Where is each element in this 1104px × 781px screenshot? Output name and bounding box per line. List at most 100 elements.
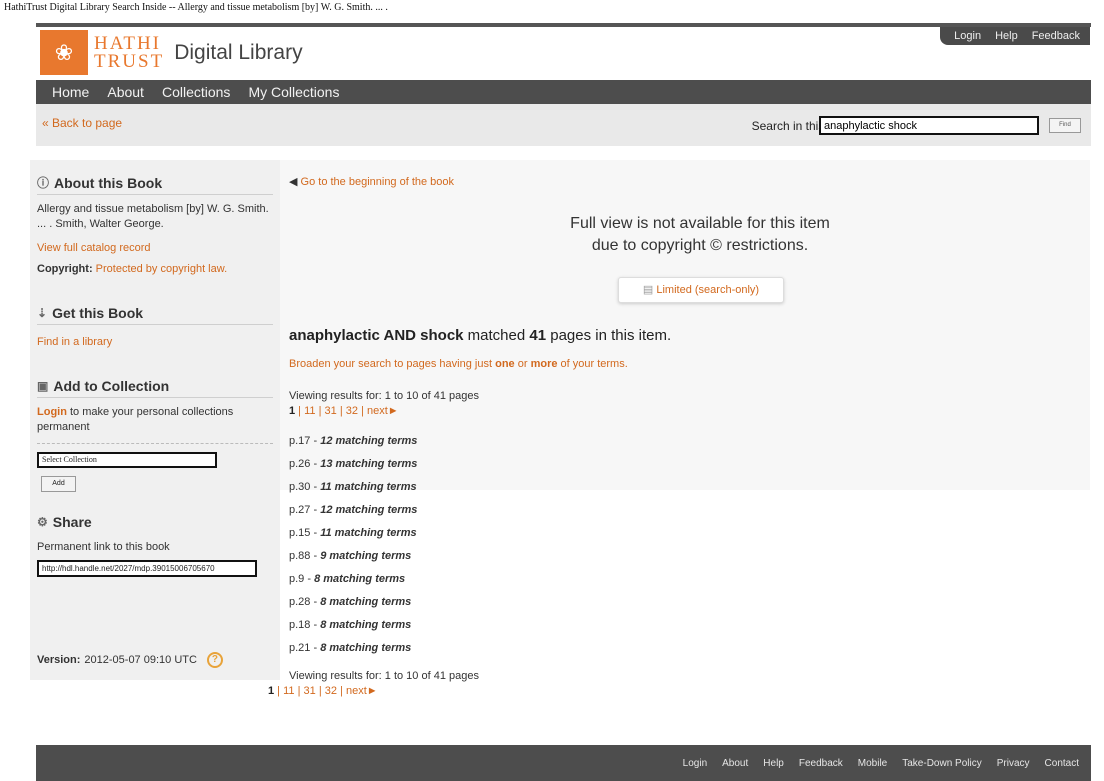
- result-terms: 9 matching terms: [320, 550, 412, 562]
- result-item[interactable]: p.17 - 12 matching terms: [289, 434, 417, 457]
- login-note: Login to make your personal collections …: [37, 405, 273, 435]
- result-terms: 8 matching terms: [320, 642, 412, 654]
- share-heading: ⚙ Share: [37, 514, 273, 533]
- find-library-link[interactable]: Find in a library: [37, 336, 112, 348]
- footer-contact-link[interactable]: Contact: [1045, 758, 1079, 769]
- copyright-link[interactable]: Protected by copyright law.: [96, 263, 227, 275]
- hathitrust-logo[interactable]: ❀ HATHI TRUST Digital Library: [40, 30, 303, 75]
- result-item[interactable]: p.15 - 11 matching terms: [289, 526, 417, 549]
- top-divider: [36, 23, 1091, 27]
- nav-about[interactable]: About: [107, 84, 144, 100]
- permalink-field[interactable]: http://hdl.handle.net/2027/mdp.390150067…: [37, 560, 257, 577]
- footer-privacy-link[interactable]: Privacy: [997, 758, 1030, 769]
- find-button[interactable]: Find: [1049, 118, 1081, 133]
- pager-next[interactable]: next►: [367, 405, 399, 417]
- limited-badge[interactable]: ▤ Limited (search-only): [618, 277, 784, 303]
- result-item[interactable]: p.30 - 11 matching terms: [289, 480, 417, 503]
- pager-link[interactable]: 32: [325, 685, 337, 697]
- utility-nav: Login Help Feedback: [940, 27, 1090, 45]
- viewing-summary-bottom: Viewing results for: 1 to 10 of 41 pages: [289, 670, 479, 682]
- broaden-text-1: Broaden your search to pages having just: [289, 358, 493, 370]
- about-heading: ⓘ About this Book: [37, 174, 273, 195]
- copyright-notice: Full view is not available for this item…: [480, 213, 920, 257]
- result-item[interactable]: p.88 - 9 matching terms: [289, 549, 417, 572]
- pager-link[interactable]: 31: [325, 405, 337, 417]
- result-item[interactable]: p.27 - 12 matching terms: [289, 503, 417, 526]
- search-input[interactable]: [819, 116, 1039, 135]
- help-icon[interactable]: ?: [206, 652, 223, 668]
- logo-line-2: TRUST: [94, 50, 165, 72]
- pager-top: 1 | 11 | 31 | 32 | next►: [289, 405, 399, 417]
- result-page: p.30: [289, 481, 311, 493]
- footer-about-link[interactable]: About: [722, 758, 748, 769]
- copyright-row: Copyright: Protected by copyright law.: [37, 262, 273, 277]
- notice-line-2: due to copyright © restrictions.: [591, 237, 809, 254]
- add-collection-heading-label: Add to Collection: [53, 378, 170, 394]
- result-item[interactable]: p.18 - 8 matching terms: [289, 618, 417, 641]
- notice-line-1: Full view is not available for this item: [570, 215, 830, 232]
- version-value: 2012-05-07 09:10 UTC: [84, 654, 197, 666]
- pager-current: 1: [289, 405, 296, 417]
- result-terms: 8 matching terms: [314, 573, 406, 585]
- logo-wordmark: HATHI TRUST: [94, 34, 165, 72]
- result-terms: 11 matching terms: [320, 481, 417, 493]
- result-item[interactable]: p.26 - 13 matching terms: [289, 457, 417, 480]
- query-text: anaphylactic AND shock: [289, 327, 464, 344]
- result-item[interactable]: p.9 - 8 matching terms: [289, 572, 417, 595]
- sub-toolbar: « Back to page Search in this text Find: [36, 104, 1091, 146]
- result-item[interactable]: p.28 - 8 matching terms: [289, 595, 417, 618]
- back-to-page-link[interactable]: « Back to page: [42, 116, 122, 130]
- pager-link[interactable]: 32: [346, 405, 358, 417]
- version-row: Version: 2012-05-07 09:10 UTC ?: [37, 652, 223, 668]
- match-summary: anaphylactic AND shock matched 41 pages …: [289, 327, 671, 344]
- document-title: HathiTrust Digital Library Search Inside…: [4, 2, 388, 13]
- add-button[interactable]: Add: [41, 476, 76, 492]
- goto-beginning-link[interactable]: Go to the beginning of the book: [301, 176, 455, 188]
- main-nav: Home About Collections My Collections: [36, 80, 1091, 104]
- permalink-label: Permanent link to this book: [37, 541, 170, 553]
- pager-link[interactable]: 11: [283, 685, 294, 697]
- result-page: p.18: [289, 619, 311, 631]
- pager-next[interactable]: next►: [346, 685, 378, 697]
- document-icon: ▤: [642, 284, 654, 296]
- footer-takedown-link[interactable]: Take-Down Policy: [902, 758, 981, 769]
- left-arrow-icon: ◀: [289, 176, 298, 188]
- broaden-text-2: or: [517, 358, 528, 370]
- footer-help-link[interactable]: Help: [763, 758, 784, 769]
- footer-mobile-link[interactable]: Mobile: [858, 758, 887, 769]
- get-book-heading-label: Get this Book: [52, 305, 144, 321]
- login-link[interactable]: Login: [37, 406, 67, 418]
- footer-login-link[interactable]: Login: [683, 758, 707, 769]
- matched-suffix: pages in this item.: [550, 327, 672, 344]
- logo-tagline: Digital Library: [174, 40, 303, 64]
- pager-bottom: 1 | 11 | 31 | 32 | next►: [268, 685, 378, 697]
- catalog-record-link[interactable]: View full catalog record: [37, 242, 151, 254]
- result-terms: 12 matching terms: [320, 504, 418, 516]
- select-collection-dropdown[interactable]: Select Collection: [37, 452, 217, 468]
- result-item[interactable]: p.21 - 8 matching terms: [289, 641, 417, 664]
- viewing-summary-top: Viewing results for: 1 to 10 of 41 pages: [289, 390, 479, 402]
- result-page: p.88: [289, 550, 311, 562]
- result-page: p.17: [289, 435, 311, 447]
- about-heading-label: About this Book: [54, 174, 163, 191]
- footer-feedback-link[interactable]: Feedback: [799, 758, 843, 769]
- gear-icon: ⚙: [37, 515, 48, 529]
- nav-my-collections[interactable]: My Collections: [248, 84, 339, 100]
- collection-icon: ▣: [37, 379, 49, 393]
- pager-link[interactable]: 31: [304, 685, 316, 697]
- login-note-text: to make your personal collections perman…: [37, 406, 234, 433]
- util-help-link[interactable]: Help: [995, 30, 1018, 42]
- pager-link[interactable]: 11: [304, 405, 315, 417]
- result-terms: 8 matching terms: [320, 596, 412, 608]
- share-heading-label: Share: [52, 514, 92, 530]
- result-terms: 12 matching terms: [320, 435, 418, 447]
- broaden-text-3: of your terms.: [560, 358, 628, 370]
- broaden-more-link[interactable]: more: [531, 358, 558, 370]
- util-feedback-link[interactable]: Feedback: [1032, 30, 1080, 42]
- goto-beginning[interactable]: ◀ Go to the beginning of the book: [289, 175, 454, 188]
- util-login-link[interactable]: Login: [954, 30, 981, 42]
- broaden-one-link[interactable]: one: [495, 358, 515, 370]
- nav-collections[interactable]: Collections: [162, 84, 230, 100]
- nav-home[interactable]: Home: [52, 84, 89, 100]
- add-collection-heading: ▣ Add to Collection: [37, 378, 273, 398]
